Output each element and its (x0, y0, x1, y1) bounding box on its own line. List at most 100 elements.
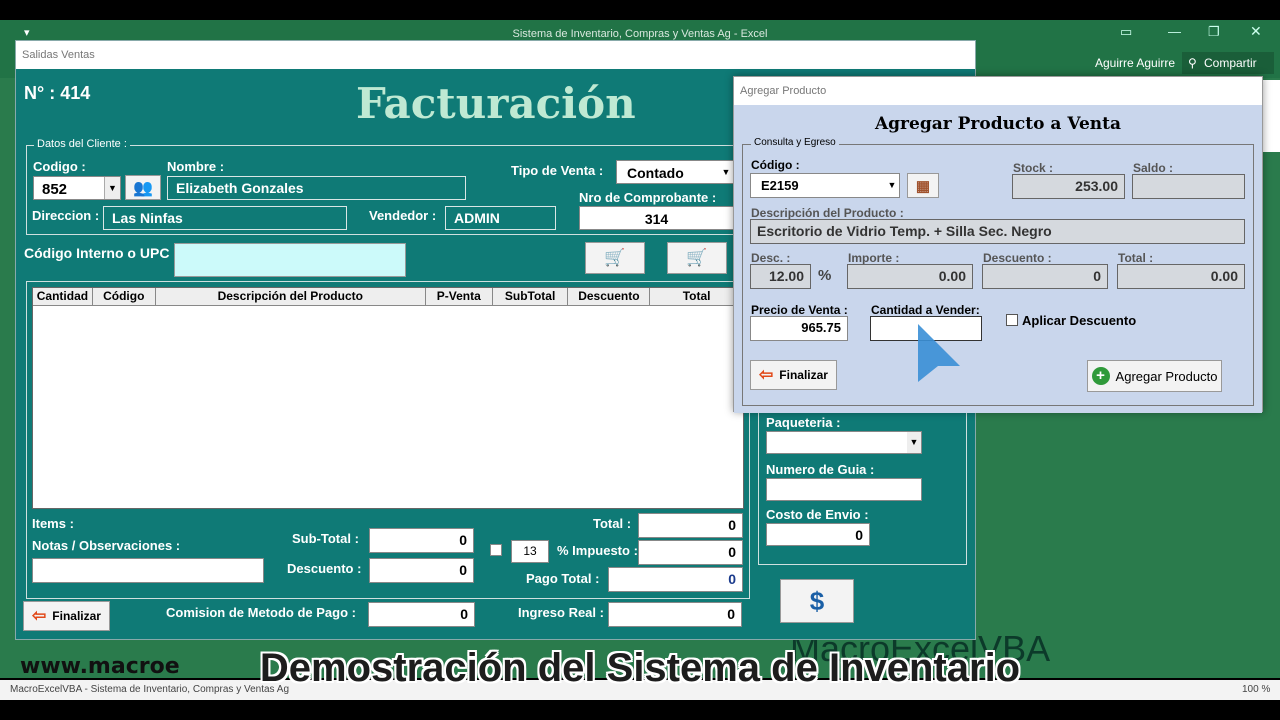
description-label: Descripción del Producto : (751, 206, 904, 220)
col-total[interactable]: Total (650, 288, 743, 305)
price-label: Precio de Venta : (751, 303, 848, 317)
product-code-value: E2159 (761, 178, 799, 193)
direccion-label: Direccion : (32, 208, 100, 223)
total-payment-field[interactable]: 0 (608, 567, 743, 592)
notes-input[interactable] (32, 558, 264, 583)
dialog-finalize-button[interactable]: ⇦ Finalizar (750, 360, 837, 390)
col-pventa[interactable]: P-Venta (426, 288, 493, 305)
apply-discount-checkbox[interactable] (1006, 314, 1018, 326)
add-product-body: Agregar Producto a Venta Consulta y Egre… (734, 105, 1262, 413)
codigo-label: Codigo : (33, 159, 86, 174)
col-descripcion[interactable]: Descripción del Producto (156, 288, 426, 305)
dialog-total-label: Total : (1118, 251, 1154, 265)
client-code-combo[interactable]: 852 ▼ (33, 176, 121, 200)
col-descuento[interactable]: Descuento (568, 288, 651, 305)
add-to-cart-button[interactable]: 🛒 (585, 242, 645, 274)
real-income-label: Ingreso Real : (518, 605, 604, 620)
desc-percent-field: 12.00 (750, 264, 811, 289)
tax-percent-field[interactable]: 13 (511, 540, 549, 563)
product-code-combo[interactable]: E2159 ▼ (750, 173, 900, 198)
tax-checkbox[interactable] (490, 544, 502, 556)
add-product-window-title: Agregar Producto (740, 85, 827, 97)
sales-form-title: Salidas Ventas (22, 49, 95, 61)
maximize-icon[interactable]: ❐ (1208, 24, 1220, 40)
screen-top-bar (0, 0, 1280, 20)
tax-field[interactable]: 0 (638, 540, 743, 565)
invoice-number: N° : 414 (24, 83, 91, 103)
subtotal-field[interactable]: 0 (369, 528, 474, 553)
col-cantidad[interactable]: Cantidad (33, 288, 93, 305)
ribbon-options-icon[interactable]: ▭ (1120, 24, 1132, 40)
chevron-down-icon[interactable]: ▼ (719, 161, 733, 183)
payment-button[interactable]: $ (780, 579, 854, 623)
client-name-field[interactable]: Elizabeth Gonzales (167, 176, 466, 200)
address-field[interactable]: Las Ninfas (103, 206, 347, 230)
commission-field[interactable]: 0 (368, 602, 475, 627)
dialog-discount-label: Descuento : (983, 251, 1052, 265)
tax-label: % Impuesto : (557, 543, 638, 558)
tracking-label: Numero de Guia : (766, 462, 875, 477)
notes-label: Notas / Observaciones : (32, 538, 181, 553)
items-label: Items : (32, 516, 74, 531)
excel-window-title: Sistema de Inventario, Compras y Ventas … (512, 28, 768, 40)
total-field[interactable]: 0 (638, 513, 743, 538)
sales-form-titlebar: Salidas Ventas (16, 41, 975, 69)
table-header-row: Cantidad Código Descripción del Producto… (33, 288, 743, 306)
total-payment-label: Pago Total : (526, 571, 600, 586)
chevron-down-icon[interactable]: ▼ (885, 174, 899, 197)
screen-bottom-bar (0, 700, 1280, 720)
percent-sign: % (818, 267, 832, 284)
remove-from-cart-button[interactable]: 🛒 (667, 242, 727, 274)
description-field: Escritorio de Vidrio Temp. + Silla Sec. … (750, 219, 1245, 244)
share-label: Compartir (1204, 56, 1257, 70)
search-product-button[interactable]: ▦ (907, 173, 939, 198)
finalize-button[interactable]: ⇦ Finalizar (23, 601, 110, 631)
chevron-down-icon[interactable]: ▼ (907, 432, 921, 453)
cursor-arrow-icon (918, 324, 960, 382)
exit-door-icon: ⇦ (759, 365, 774, 384)
discount-field[interactable]: 0 (369, 558, 474, 583)
upc-input[interactable] (174, 243, 406, 277)
col-subtotal[interactable]: SubTotal (493, 288, 569, 305)
add-product-titlebar: Agregar Producto (734, 77, 1262, 105)
shipping-cost-label: Costo de Envio : (766, 507, 869, 522)
receipt-number-field[interactable]: 314 (579, 206, 734, 230)
client-code-value: 852 (42, 181, 68, 198)
share-button[interactable]: ⚲ Compartir (1182, 52, 1274, 74)
shipping-cost-field[interactable]: 0 (766, 523, 870, 546)
video-caption: Demostración del Sistema de Inventario (259, 646, 1021, 690)
tracking-input[interactable] (766, 478, 922, 501)
close-icon[interactable]: ✕ (1250, 23, 1262, 40)
user-name[interactable]: Aguirre Aguirre (1095, 56, 1175, 70)
apply-discount-label[interactable]: Aplicar Descuento (1022, 313, 1136, 328)
importe-field: 0.00 (847, 264, 973, 289)
client-frame-label: Datos del Cliente : (34, 138, 130, 150)
finalize-label: Finalizar (52, 609, 101, 623)
minimize-icon[interactable]: — (1168, 24, 1181, 39)
product-code-label: Código : (751, 158, 800, 172)
dollar-hand-icon: $ (809, 585, 825, 616)
page-title: Facturación (356, 79, 636, 128)
sale-type-select[interactable]: Contado ▼ (616, 160, 734, 184)
stock-field: 253.00 (1012, 174, 1125, 199)
price-field[interactable]: 965.75 (750, 316, 848, 341)
carrier-select[interactable]: ▼ (766, 431, 922, 454)
tipo-venta-label: Tipo de Venta : (511, 163, 604, 178)
add-product-label: Agregar Producto (1115, 368, 1218, 384)
upc-label: Código Interno o UPC : (24, 245, 178, 261)
plus-icon: + (1091, 367, 1110, 385)
seller-field[interactable]: ADMIN (445, 206, 556, 230)
exit-door-icon: ⇦ (32, 606, 47, 625)
real-income-field[interactable]: 0 (608, 602, 742, 627)
col-codigo[interactable]: Código (93, 288, 156, 305)
importe-label: Importe : (848, 251, 900, 265)
subtotal-label: Sub-Total : (292, 531, 359, 546)
search-client-button[interactable]: 👥 (125, 175, 161, 200)
total-label: Total : (593, 516, 632, 531)
dialog-heading: Agregar Producto a Venta (874, 114, 1122, 134)
items-table[interactable]: Cantidad Código Descripción del Producto… (32, 287, 744, 509)
desc-label: Desc. : (751, 251, 791, 265)
add-product-button[interactable]: + Agregar Producto (1087, 360, 1222, 392)
nombre-label: Nombre : (167, 159, 225, 174)
chevron-down-icon[interactable]: ▼ (104, 177, 120, 199)
